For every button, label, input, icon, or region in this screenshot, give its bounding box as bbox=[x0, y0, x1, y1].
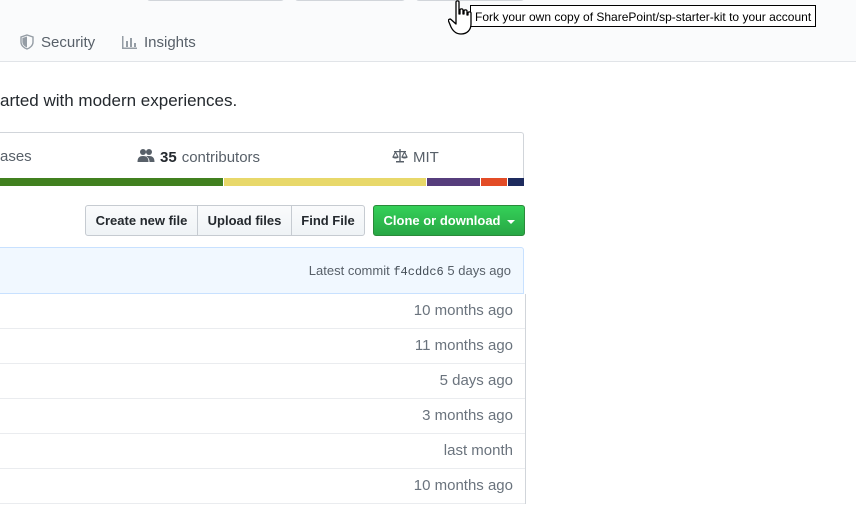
row-age: 10 months ago bbox=[413, 302, 513, 319]
table-row[interactable]: 5 days ago bbox=[0, 364, 525, 399]
language-bar-segment[interactable] bbox=[507, 178, 524, 186]
fork-tooltip: Fork your own copy of SharePoint/sp-star… bbox=[470, 5, 816, 27]
table-row[interactable]: 3 months ago bbox=[0, 399, 525, 434]
file-list: 10 months ago 11 months ago 5 days ago 3… bbox=[0, 294, 526, 504]
clone-or-download-button[interactable]: Clone or download bbox=[373, 205, 525, 236]
language-bar-segment[interactable] bbox=[425, 178, 480, 186]
law-icon bbox=[392, 148, 408, 167]
row-age: 10 months ago bbox=[413, 477, 513, 494]
graph-icon bbox=[121, 34, 138, 50]
row-age: 5 days ago bbox=[439, 372, 513, 389]
row-age: last month bbox=[443, 442, 513, 459]
repo-description: arted with modern experiences. bbox=[0, 91, 238, 110]
contributors-count: 35 bbox=[160, 149, 177, 166]
contributors-label: contributors bbox=[181, 149, 261, 166]
table-row[interactable]: last month bbox=[0, 434, 525, 469]
table-row[interactable]: 10 months ago bbox=[0, 469, 525, 504]
star-button[interactable] bbox=[295, 0, 405, 1]
row-age: 3 months ago bbox=[422, 407, 513, 424]
watch-button[interactable] bbox=[147, 0, 284, 1]
table-row[interactable]: 10 months ago bbox=[0, 294, 525, 329]
row-age: 11 months ago bbox=[414, 337, 513, 354]
find-file-button[interactable]: Find File bbox=[291, 205, 365, 236]
shield-icon bbox=[19, 34, 35, 50]
tab-insights-label: Insights bbox=[144, 33, 196, 51]
license-label: MIT bbox=[413, 149, 439, 166]
latest-commit: Latest commit f4cddc6 5 days ago bbox=[309, 263, 511, 279]
hand-cursor-icon bbox=[447, 0, 476, 41]
language-bar-segment[interactable] bbox=[479, 178, 508, 186]
latest-commit-label: Latest commit bbox=[308, 263, 390, 278]
tab-security[interactable]: Security bbox=[19, 30, 95, 54]
commit-age: 5 days ago bbox=[447, 263, 511, 278]
caret-down-icon bbox=[506, 219, 515, 224]
people-icon bbox=[137, 148, 155, 167]
language-bar-segment[interactable] bbox=[223, 178, 426, 186]
license-link[interactable]: MIT bbox=[392, 148, 439, 167]
commit-sha-link[interactable]: f4cddc6 bbox=[393, 265, 443, 279]
upload-files-button[interactable]: Upload files bbox=[197, 205, 292, 236]
commit-tease: Latest commit f4cddc6 5 days ago bbox=[0, 247, 524, 294]
clone-button-label: Clone or download bbox=[383, 213, 501, 228]
tab-insights[interactable]: Insights bbox=[121, 30, 196, 54]
create-new-file-button[interactable]: Create new file bbox=[85, 205, 198, 236]
language-bar[interactable] bbox=[0, 178, 524, 186]
table-row[interactable]: 11 months ago bbox=[0, 329, 525, 364]
releases-label: ases bbox=[0, 148, 32, 165]
language-bar-segment[interactable] bbox=[0, 178, 224, 186]
contributors-link[interactable]: 35 contributors bbox=[137, 148, 260, 167]
releases-link[interactable]: ases bbox=[0, 148, 32, 165]
tab-security-label: Security bbox=[41, 33, 96, 51]
